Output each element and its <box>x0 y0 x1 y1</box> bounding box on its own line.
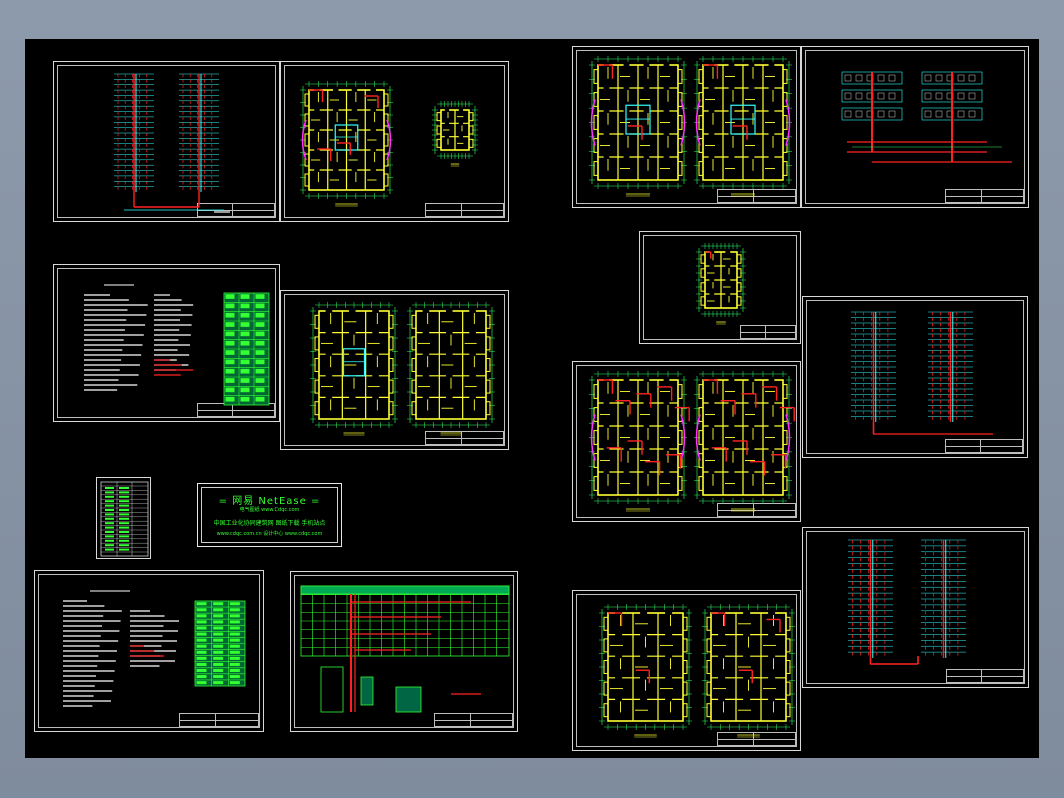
sheet-riser-2[interactable] <box>802 296 1028 458</box>
sheet-plan-2[interactable] <box>280 290 509 450</box>
netease-watermark-sign: = 网易 NetEase = 电气图纸 www.Cdqc.com 中国工业化协同… <box>197 483 342 547</box>
sheet-axon-1[interactable] <box>801 46 1029 208</box>
sheet-legend-small[interactable] <box>96 477 151 559</box>
sheet-plan-1[interactable] <box>280 61 509 222</box>
sheet-plan-4[interactable] <box>572 361 801 522</box>
sheet-plan-small[interactable] <box>639 231 801 344</box>
sheet-plan-3[interactable] <box>572 46 801 208</box>
watermark-line-3: www.cdqc.com.cn 设计中心 www.cdqc.com <box>216 531 323 537</box>
watermark-title: = 网易 NetEase = <box>218 496 321 507</box>
sheet-notes-1[interactable] <box>53 264 280 422</box>
sheet-plan-5[interactable] <box>572 590 801 751</box>
sheet-riser-1[interactable] <box>53 61 280 222</box>
watermark-line-2: 中国工业化协同建筑网 图纸下载 手机站点 <box>213 520 326 527</box>
sheet-notes-2[interactable] <box>34 570 264 732</box>
watermark-line-1: 电气图纸 www.Cdqc.com <box>239 507 300 513</box>
sheet-system[interactable] <box>290 571 518 732</box>
sheet-riser-3[interactable] <box>802 527 1029 688</box>
